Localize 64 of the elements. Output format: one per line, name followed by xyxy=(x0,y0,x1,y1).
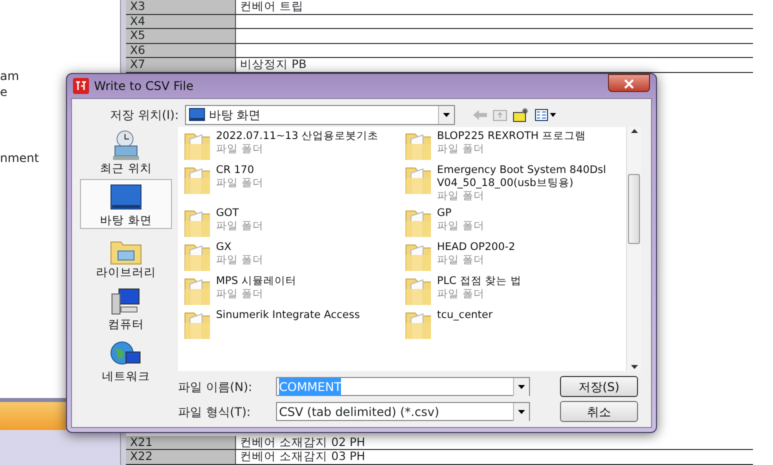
file-name[interactable]: 2022.07.11~13 산업용로봇기초 xyxy=(216,130,379,143)
close-icon xyxy=(624,78,634,89)
file-type: 파일 폴더 xyxy=(437,143,486,156)
file-name[interactable]: CR 170 xyxy=(216,164,264,177)
file-name[interactable]: GX xyxy=(216,241,264,254)
scroll-up-icon xyxy=(630,129,638,133)
place-item[interactable]: 네트워크 xyxy=(80,335,172,385)
file-type: 파일 폴더 xyxy=(437,220,484,233)
comment-cell-text: 비상정지 PB xyxy=(239,58,308,72)
device-cell: X7 xyxy=(126,58,236,72)
file-name[interactable]: HEAD OP200-2 xyxy=(437,241,516,254)
file-name[interactable]: BLOP225 REXROTH 프로그램 xyxy=(437,130,586,143)
field-label: 저장 위치(I): xyxy=(110,106,179,124)
field-label: 파일 형식(T): xyxy=(178,404,252,420)
file-type: 파일 폴더 xyxy=(216,143,264,156)
location-dropdown[interactable]: 바탕 화면 xyxy=(184,104,455,124)
device-cell: X21 xyxy=(126,436,236,450)
panel-text: nment xyxy=(0,150,39,166)
file-name[interactable]: GOT xyxy=(216,207,264,220)
file-name[interactable]: Sinumerik Integrate Access xyxy=(216,309,360,322)
device-cell: X6 xyxy=(126,44,236,58)
caret-icon xyxy=(442,112,450,116)
file-type: 파일 폴더 xyxy=(216,177,264,190)
file-type: 파일 폴더 xyxy=(216,220,264,233)
file-name[interactable]: PLC 접점 찾는 법 xyxy=(437,275,522,288)
panel-text: am xyxy=(0,68,20,84)
file-name[interactable]: Emergency Boot System 840Dsl V04_50_18_00(usb브팅용) xyxy=(437,164,626,190)
save-button[interactable]: 저장(S) xyxy=(560,376,638,397)
field-label: 파일 이름(N): xyxy=(178,378,254,396)
file-name[interactable]: GP xyxy=(437,207,484,220)
file-type: 파일 폴더 xyxy=(216,288,264,301)
file-name[interactable]: MPS 시뮬레이터 xyxy=(216,275,296,288)
file-type: 파일 폴더 xyxy=(437,288,486,301)
comment-cell-text: 컨베어 소재감지 03 PH xyxy=(239,450,366,464)
panel-text: e xyxy=(0,84,8,100)
place-item[interactable]: 바탕 화면 xyxy=(80,179,172,229)
device-cell: X22 xyxy=(126,450,236,464)
file-name[interactable]: tcu_center xyxy=(437,309,493,322)
caret-icon xyxy=(518,384,525,388)
file-type-dropdown[interactable]: CSV (tab delimited) (*.csv) xyxy=(276,402,530,421)
place-item[interactable]: 최근 위치 xyxy=(80,127,172,177)
place-item[interactable]: 컴퓨터 xyxy=(80,283,172,333)
scroll-thumb[interactable] xyxy=(628,174,640,244)
app-icon xyxy=(73,78,89,94)
caret-icon xyxy=(518,410,525,414)
file-type: 파일 폴더 xyxy=(437,190,486,203)
device-cell: X5 xyxy=(126,29,236,43)
new-folder-icon[interactable] xyxy=(512,108,529,122)
file-type: 파일 폴더 xyxy=(216,254,264,267)
view-menu-icon[interactable] xyxy=(534,108,557,120)
cancel-button[interactable]: 취소 xyxy=(560,401,638,422)
back-arrow-icon[interactable] xyxy=(472,108,487,120)
up-folder-icon[interactable] xyxy=(492,108,507,120)
file-type: 파일 폴더 xyxy=(437,254,486,267)
close-button[interactable] xyxy=(608,74,650,92)
comment-cell-text: 컨베어 트립 xyxy=(239,0,305,14)
scrollbar[interactable] xyxy=(626,127,641,371)
device-cell: X4 xyxy=(126,14,236,28)
desktop-icon xyxy=(188,108,205,121)
window-title: Write to CSV File xyxy=(94,78,194,95)
place-item[interactable]: 라이브러리 xyxy=(80,231,172,281)
device-cell: X3 xyxy=(126,0,236,14)
comment-cell-text: 컨베어 소재감지 02 PH xyxy=(239,436,366,450)
scroll-down-icon xyxy=(630,365,638,369)
